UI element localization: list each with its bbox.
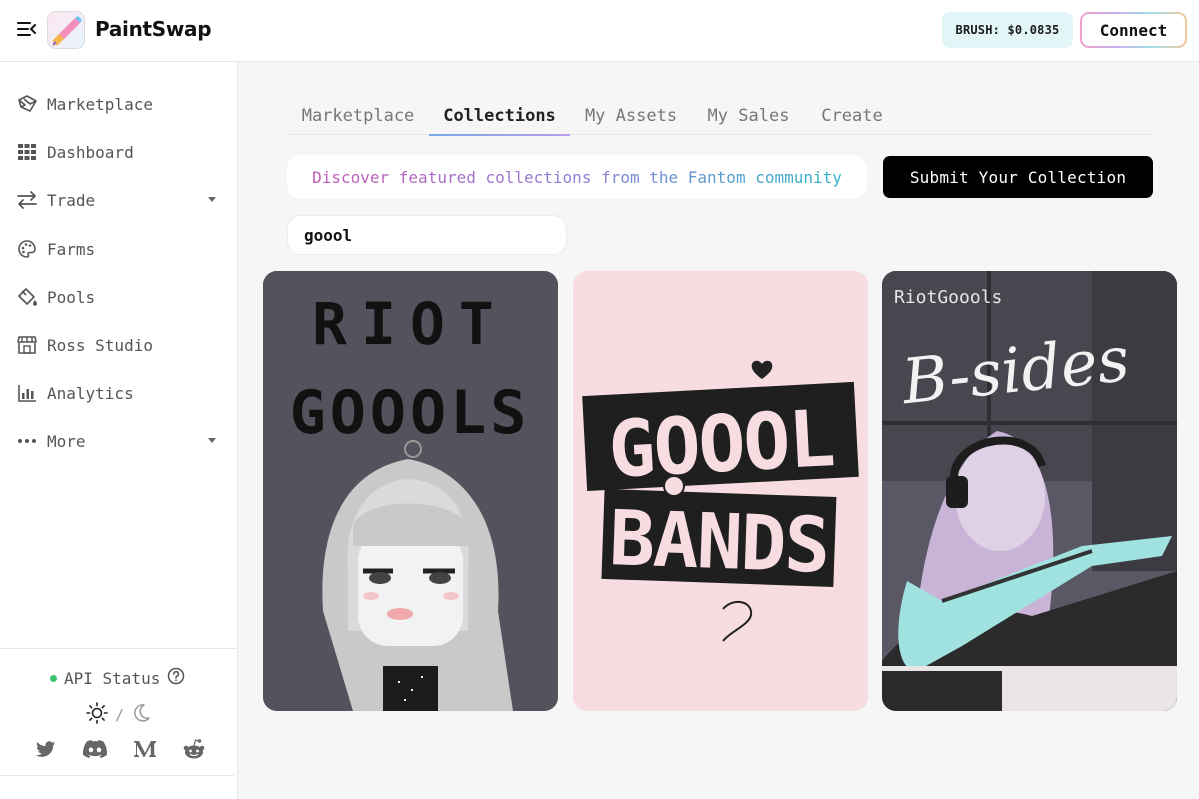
sidebar-item-ross-studio[interactable]: Ross Studio [16,329,222,361]
marketplace-icon [16,93,38,115]
sidebar-item-label: Pools [47,287,96,307]
api-status-link[interactable]: API Status [50,667,185,689]
medium-icon[interactable] [133,737,157,761]
sidebar-item-marketplace[interactable]: Marketplace [16,88,222,120]
swap-arrows-icon [16,189,38,211]
palette-icon [16,238,38,260]
sidebar-item-dashboard[interactable]: Dashboard [16,136,222,168]
storefront-icon [16,334,38,356]
moon-icon[interactable] [131,703,151,727]
sidebar: Marketplace Dashboard Trade Farms Pools … [0,62,238,799]
twitter-icon[interactable] [34,737,58,761]
divider [0,775,234,776]
api-status-label: API Status [64,668,161,688]
discover-text: Discover featured collections from the F… [312,167,842,187]
collection-tabs: Marketplace Collections My Assets My Sal… [287,98,1153,136]
sidebar-footer: API Status / [0,648,237,778]
social-links [34,737,206,761]
theme-separator: / [115,706,125,724]
tab-marketplace[interactable]: Marketplace [287,98,429,135]
connect-button-label: Connect [1082,14,1185,46]
collection-search-input[interactable] [287,215,567,255]
top-bar: PaintSwap BRUSH: $0.0835 Connect [0,0,1199,62]
goools-title-art: GOOOLS [290,378,531,448]
chevron-down-icon [208,438,216,443]
goool-title-art: GOOOL [606,394,835,496]
tab-create[interactable]: Create [805,98,899,135]
sidebar-item-trade[interactable]: Trade [16,184,222,216]
theme-switcher: / [86,702,151,728]
sidebar-item-label: Dashboard [47,142,134,162]
riotgoools-small-art: RiotGoools [894,287,1002,308]
paintswap-logo[interactable] [47,11,85,49]
collection-image: RIOT GOOOLS [263,271,558,711]
sidebar-item-label: Marketplace [47,94,153,114]
chevron-down-icon [208,197,216,202]
tab-my-sales[interactable]: My Sales [692,98,805,135]
sidebar-item-label: Ross Studio [47,335,153,355]
status-dot [50,674,57,682]
riot-title-art: RIOT [312,290,508,358]
bar-chart-icon [16,382,38,404]
grid-icon [16,141,38,163]
sidebar-item-pools[interactable]: Pools [16,281,222,313]
tab-my-assets[interactable]: My Assets [570,98,692,135]
help-icon [167,667,185,689]
connect-button[interactable]: Connect [1080,12,1187,48]
discord-icon[interactable] [83,737,108,761]
sidebar-item-label: More [47,431,86,451]
sun-icon[interactable] [86,702,108,728]
menu-toggle-icon[interactable] [16,18,38,40]
tab-collections[interactable]: Collections [429,98,570,136]
discover-banner: Discover featured collections from the F… [287,155,867,199]
collection-card-riot-goools[interactable]: RIOT GOOOLS [263,271,558,711]
ellipsis-icon [16,430,38,452]
brand-name[interactable]: PaintSwap [95,17,212,41]
sidebar-item-label: Trade [47,190,96,210]
collection-card-goool-b-sides[interactable]: RiotGoools B-sides [882,271,1177,711]
sidebar-item-label: Analytics [47,383,134,403]
sidebar-item-analytics[interactable]: Analytics [16,377,222,409]
collection-image: GOOOL BANDS [573,271,867,711]
collection-image: RiotGoools B-sides [882,271,1177,711]
sidebar-item-label: Farms [47,239,96,259]
sidebar-item-more[interactable]: More [16,425,222,457]
reddit-icon[interactable] [182,737,206,761]
bands-title-art: BANDS [608,493,830,590]
submit-collection-button[interactable]: Submit Your Collection [883,156,1153,198]
sidebar-item-farms[interactable]: Farms [16,233,222,265]
paint-bucket-icon [16,286,38,308]
brush-price-badge[interactable]: BRUSH: $0.0835 [942,12,1073,48]
collection-card-goool-bands[interactable]: GOOOL BANDS [573,271,868,711]
